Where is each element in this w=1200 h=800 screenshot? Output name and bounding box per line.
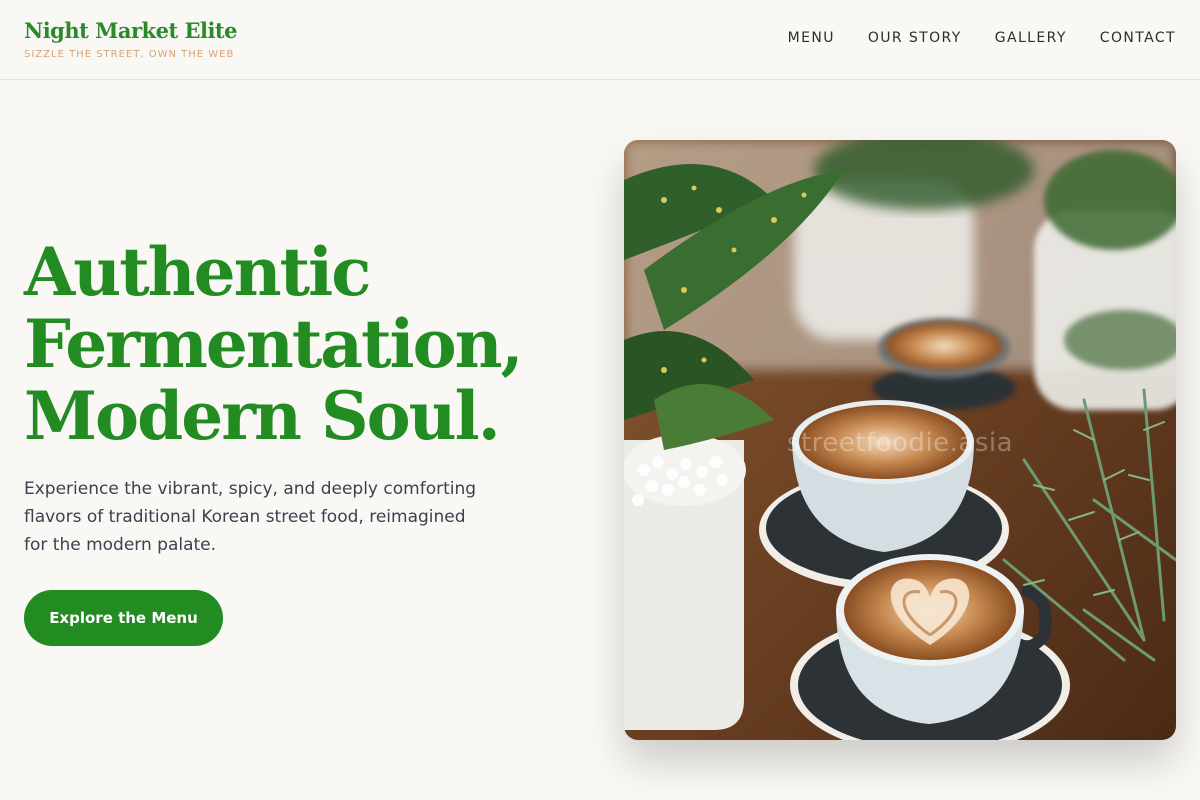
main-nav: MENU OUR STORY GALLERY CONTACT — [788, 30, 1176, 46]
nav-item-menu[interactable]: MENU — [788, 30, 835, 46]
nav-item-contact[interactable]: CONTACT — [1100, 30, 1176, 46]
hero-image: streetfoodie.asia — [624, 140, 1176, 740]
explore-menu-button[interactable]: Explore the Menu — [24, 590, 223, 646]
nav-item-our-story[interactable]: OUR STORY — [868, 30, 962, 46]
brand-tagline: SIZZLE THE STREET, OWN THE WEB — [24, 49, 235, 60]
hero-title: Authentic Fermentation, Modern Soul. — [24, 236, 564, 452]
brand-logo[interactable]: Night Market Elite — [24, 18, 238, 43]
hero-title-line-3: Modern Soul. — [24, 377, 501, 455]
hero-title-line-1: Authentic — [24, 233, 371, 311]
watermark-text: streetfoodie.asia — [786, 428, 1014, 458]
hero-title-line-2: Fermentation, — [24, 305, 524, 383]
nav-item-gallery[interactable]: GALLERY — [995, 30, 1067, 46]
site-header: Night Market Elite SIZZLE THE STREET, OW… — [0, 0, 1200, 80]
hero-description: Experience the vibrant, spicy, and deepl… — [24, 479, 477, 555]
